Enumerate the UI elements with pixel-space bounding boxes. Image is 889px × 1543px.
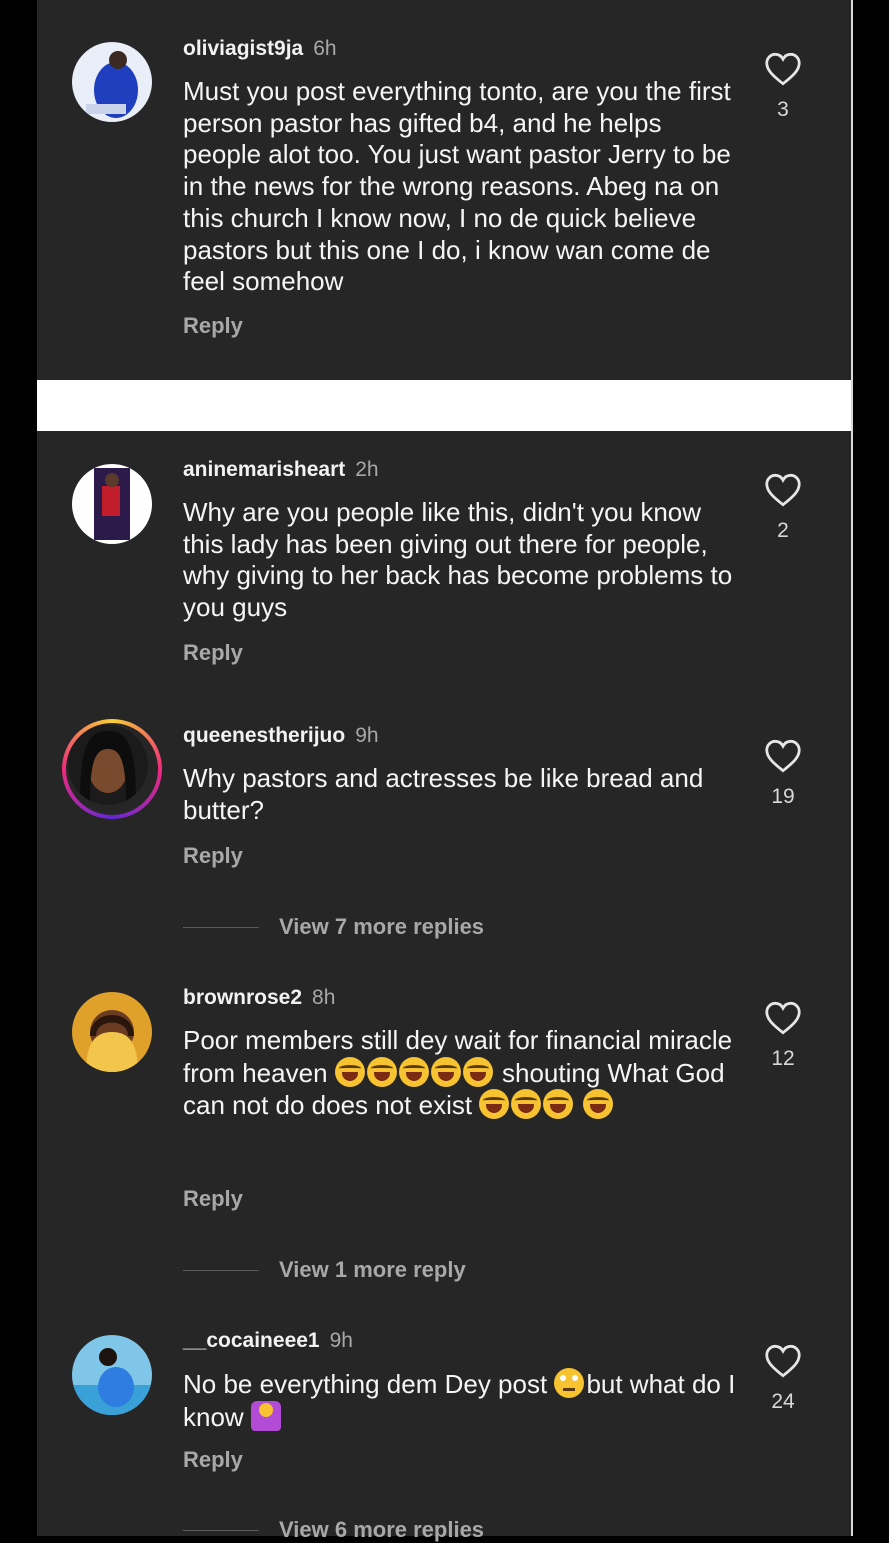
comment-time: 6h xyxy=(313,37,337,60)
comment-time: 2h xyxy=(355,458,379,481)
face-with-tears-of-joy-emoji xyxy=(543,1089,574,1120)
comment-text: Poor members still dey wait for financia… xyxy=(183,1025,743,1122)
face-with-tears-of-joy-emoji xyxy=(479,1089,510,1120)
like-button[interactable]: 12 xyxy=(763,1001,803,1071)
heart-outline-icon xyxy=(765,739,801,773)
face-with-tears-of-joy-emoji xyxy=(462,1056,493,1087)
like-count: 12 xyxy=(771,1047,795,1070)
reply-button[interactable]: Reply xyxy=(183,313,243,339)
comment-username[interactable]: __cocaineee1 9h xyxy=(183,1329,353,1353)
face-with-tears-of-joy-emoji xyxy=(511,1089,542,1120)
comment-time: 9h xyxy=(355,724,379,747)
avatar[interactable] xyxy=(68,725,148,805)
story-ring[interactable] xyxy=(62,719,162,819)
person-shrugging-emoji xyxy=(250,1400,281,1431)
view-more-replies-label: View 7 more replies xyxy=(279,914,485,939)
avatar[interactable] xyxy=(72,1335,152,1415)
like-count: 2 xyxy=(777,519,789,542)
face-with-tears-of-joy-emoji xyxy=(582,1089,613,1120)
comment-panel-top: oliviagist9ja 6h Must you post everything… xyxy=(37,0,851,380)
reply-button[interactable]: Reply xyxy=(183,1447,243,1473)
replies-divider-line xyxy=(183,1269,259,1271)
reply-button[interactable]: Reply xyxy=(183,1186,243,1212)
comment-time: 9h xyxy=(329,1329,353,1352)
like-count: 3 xyxy=(777,98,789,121)
avatar[interactable] xyxy=(72,464,152,544)
reply-button[interactable]: Reply xyxy=(183,640,243,666)
face-with-rolling-eyes-emoji xyxy=(554,1368,585,1398)
replies-divider-line xyxy=(183,926,259,928)
like-count: 19 xyxy=(771,785,795,808)
heart-outline-icon xyxy=(765,473,801,507)
heart-outline-icon xyxy=(765,52,801,86)
comment-username[interactable]: brownrose2 8h xyxy=(183,986,335,1010)
comment-time: 8h xyxy=(312,986,336,1009)
view-more-replies-label: View 1 more reply xyxy=(279,1257,466,1282)
view-more-replies[interactable]: View 7 more replies xyxy=(183,914,484,940)
comment-text-part1: No be everything dem Dey post xyxy=(183,1369,548,1399)
face-with-tears-of-joy-emoji xyxy=(398,1056,429,1087)
comment-text: Must you post everything tonto, are you … xyxy=(183,76,731,297)
screen-edge xyxy=(851,0,853,1536)
face-with-tears-of-joy-emoji xyxy=(334,1056,365,1087)
comment-panel-bottom: aninemarisheart 2h Why are you people lik… xyxy=(37,431,851,1542)
avatar[interactable] xyxy=(72,42,152,122)
heart-outline-icon xyxy=(765,1344,801,1378)
like-button[interactable]: 19 xyxy=(763,739,803,809)
replies-divider-line xyxy=(183,1529,259,1531)
comment-text: Why are you people like this, didn't you… xyxy=(183,497,733,623)
view-more-replies[interactable]: View 6 more replies xyxy=(183,1517,484,1543)
separator xyxy=(37,380,851,431)
comment-text: Why pastors and actresses be like bread … xyxy=(183,763,704,825)
like-button[interactable]: 3 xyxy=(763,52,803,122)
view-more-replies-label: View 6 more replies xyxy=(279,1517,485,1542)
like-button[interactable]: 24 xyxy=(763,1344,803,1414)
comment-username[interactable]: queenestherijuo 9h xyxy=(183,724,379,748)
reply-button[interactable]: Reply xyxy=(183,843,243,869)
like-count: 24 xyxy=(771,1390,795,1413)
like-button[interactable]: 2 xyxy=(763,473,803,543)
comment-username[interactable]: oliviagist9ja 6h xyxy=(183,37,337,61)
comment-text: No be everything dem Dey post but what d… xyxy=(183,1368,743,1433)
heart-outline-icon xyxy=(765,1001,801,1035)
view-more-replies[interactable]: View 1 more reply xyxy=(183,1257,466,1283)
comment-username[interactable]: aninemarisheart 2h xyxy=(183,458,379,482)
avatar[interactable] xyxy=(72,992,152,1072)
face-with-tears-of-joy-emoji xyxy=(430,1056,461,1087)
face-with-tears-of-joy-emoji xyxy=(366,1056,397,1087)
